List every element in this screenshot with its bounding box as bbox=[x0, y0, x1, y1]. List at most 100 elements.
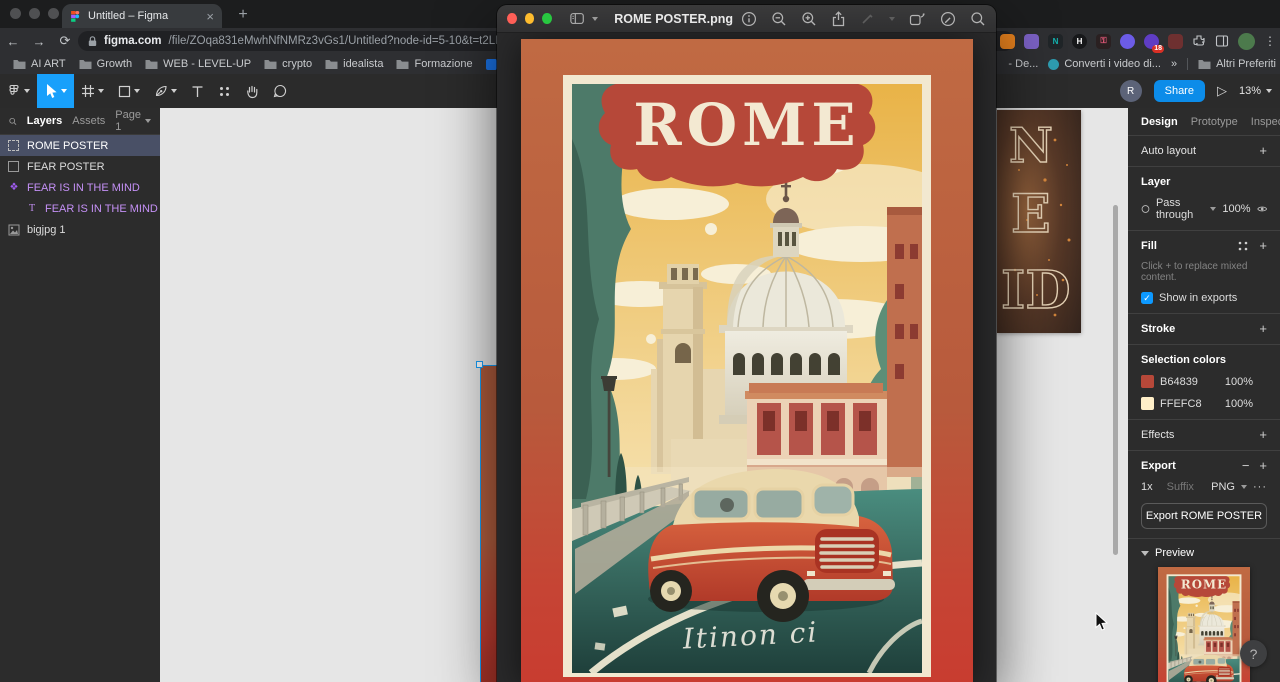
selection-color-row[interactable]: B64839 100% bbox=[1141, 375, 1267, 388]
sidebar-chevron-icon[interactable] bbox=[592, 17, 598, 21]
color-hex[interactable]: FFEFC8 bbox=[1160, 398, 1202, 410]
bookmark-formazione[interactable]: Formazione bbox=[396, 58, 472, 70]
text-tool[interactable] bbox=[184, 74, 211, 108]
browser-tab[interactable]: Untitled – Figma × bbox=[62, 4, 222, 28]
zoom-out-icon[interactable] bbox=[771, 11, 787, 27]
profile-avatar[interactable] bbox=[1238, 33, 1255, 50]
styles-icon[interactable] bbox=[1237, 240, 1249, 252]
blend-mode-value[interactable]: Pass through bbox=[1156, 197, 1204, 221]
visibility-eye-icon[interactable] bbox=[1257, 204, 1267, 214]
show-in-exports-checkbox[interactable]: ✓ bbox=[1141, 292, 1153, 304]
rotate-icon[interactable] bbox=[909, 11, 926, 26]
blend-mode-icon[interactable] bbox=[1141, 203, 1150, 215]
help-button[interactable]: ? bbox=[1240, 640, 1267, 667]
rome-poster-canvas-object-selected[interactable] bbox=[480, 365, 497, 682]
color-swatch[interactable] bbox=[1141, 375, 1154, 388]
layer-row-rome-poster[interactable]: ROME POSTER bbox=[0, 135, 160, 156]
pen-tool[interactable] bbox=[147, 74, 184, 108]
export-format[interactable]: PNG bbox=[1211, 481, 1235, 493]
zoom-in-icon[interactable] bbox=[801, 11, 817, 27]
add-stroke-button[interactable]: + bbox=[1259, 324, 1267, 334]
tab-inspect[interactable]: Inspect bbox=[1251, 116, 1280, 128]
figma-main-menu[interactable] bbox=[0, 74, 37, 108]
color-opacity[interactable]: 100% bbox=[1225, 376, 1253, 388]
add-auto-layout-button[interactable]: + bbox=[1259, 146, 1267, 156]
bookmark-ai-art[interactable]: AI ART bbox=[13, 58, 66, 70]
extensions-puzzle-icon[interactable] bbox=[1192, 34, 1206, 48]
bookmarks-overflow-icon[interactable]: » bbox=[1171, 58, 1177, 70]
frame-tool[interactable] bbox=[74, 74, 111, 108]
layer-row-fear-component[interactable]: ❖ FEAR IS IN THE MIND bbox=[0, 177, 160, 198]
bookmark-de[interactable]: - De... bbox=[1008, 58, 1038, 70]
info-icon[interactable] bbox=[741, 11, 757, 27]
sidebar-toggle-icon[interactable] bbox=[570, 12, 584, 25]
export-rome-poster-button[interactable]: Export ROME POSTER bbox=[1141, 503, 1267, 529]
export-scale[interactable]: 1x bbox=[1141, 481, 1153, 493]
ext-key-icon[interactable]: ⚿ bbox=[1096, 34, 1111, 49]
present-icon[interactable]: ▷ bbox=[1217, 83, 1227, 99]
add-export-button[interactable]: + bbox=[1259, 461, 1267, 471]
ext-maroon-icon[interactable] bbox=[1168, 34, 1183, 49]
tab-prototype[interactable]: Prototype bbox=[1191, 116, 1238, 128]
move-tool[interactable] bbox=[37, 74, 74, 108]
add-fill-button[interactable]: + bbox=[1259, 241, 1267, 251]
bookmark-altri-preferiti[interactable]: Altri Preferiti bbox=[1198, 58, 1276, 70]
shape-tool[interactable] bbox=[111, 74, 147, 108]
export-more-icon[interactable]: ··· bbox=[1253, 481, 1267, 493]
tab-assets[interactable]: Assets bbox=[72, 115, 105, 127]
fear-poster-canvas-object[interactable]: N E ID bbox=[997, 110, 1081, 333]
color-hex[interactable]: B64839 bbox=[1160, 376, 1198, 388]
add-effect-button[interactable]: + bbox=[1259, 430, 1267, 440]
zoom-window-button[interactable] bbox=[542, 13, 552, 24]
resources-tool[interactable] bbox=[211, 74, 238, 108]
hand-tool[interactable] bbox=[238, 74, 266, 108]
annotate-icon[interactable] bbox=[940, 11, 956, 27]
reload-icon[interactable]: ⟳ bbox=[52, 33, 78, 49]
layer-row-fear-poster[interactable]: FEAR POSTER bbox=[0, 156, 160, 177]
user-avatar[interactable]: R bbox=[1120, 80, 1142, 102]
layer-row-fear-text[interactable]: T FEAR IS IN THE MIND bbox=[0, 198, 160, 219]
bookmark-growth[interactable]: Growth bbox=[79, 58, 132, 70]
layer-row-bigjpg[interactable]: bigjpg 1 bbox=[0, 219, 160, 240]
ext-h-icon[interactable]: H bbox=[1072, 34, 1087, 49]
tab-layers[interactable]: Layers bbox=[27, 115, 62, 127]
layer-opacity[interactable]: 100% bbox=[1222, 203, 1250, 215]
quicklook-titlebar[interactable]: ROME POSTER.png bbox=[497, 5, 996, 33]
close-window-button[interactable] bbox=[507, 13, 517, 24]
canvas-scrollbar[interactable] bbox=[1113, 205, 1118, 555]
quicklook-window[interactable]: ROME POSTER.png bbox=[497, 5, 996, 682]
ext-purple-icon[interactable] bbox=[1024, 34, 1039, 49]
new-tab-button[interactable]: + bbox=[232, 4, 254, 26]
share-button[interactable]: Share bbox=[1154, 80, 1205, 102]
bookmark-converti[interactable]: Converti i video di... bbox=[1048, 58, 1161, 70]
markup-pen-icon[interactable] bbox=[860, 11, 875, 26]
selection-handle[interactable] bbox=[476, 361, 483, 368]
bookmark-crypto[interactable]: crypto bbox=[264, 58, 312, 70]
comment-tool[interactable] bbox=[266, 74, 294, 108]
search-icon[interactable] bbox=[9, 116, 17, 127]
markup-chevron-icon[interactable] bbox=[889, 17, 895, 21]
tab-close-icon[interactable]: × bbox=[206, 10, 214, 23]
ext-n-icon[interactable]: N bbox=[1048, 34, 1063, 49]
bookmark-idealista[interactable]: idealista bbox=[325, 58, 383, 70]
ext-circle-icon[interactable] bbox=[1120, 34, 1135, 49]
selection-color-row[interactable]: FFEFC8 100% bbox=[1141, 397, 1267, 410]
color-opacity[interactable]: 100% bbox=[1225, 398, 1253, 410]
minimize-window-button[interactable] bbox=[525, 13, 535, 24]
search-icon[interactable] bbox=[970, 11, 986, 27]
color-swatch[interactable] bbox=[1141, 397, 1154, 410]
browser-menu-icon[interactable]: ⋮ bbox=[1264, 34, 1276, 48]
export-suffix-input[interactable]: Suffix bbox=[1167, 481, 1194, 493]
share-icon[interactable] bbox=[831, 11, 846, 27]
back-icon[interactable]: ← bbox=[0, 34, 26, 49]
tab-design[interactable]: Design bbox=[1141, 116, 1178, 128]
split-view-icon[interactable] bbox=[1215, 34, 1229, 48]
page-selector[interactable]: Page 1 bbox=[115, 109, 151, 133]
zoom-control[interactable]: 13% bbox=[1239, 85, 1272, 97]
forward-icon[interactable]: → bbox=[26, 34, 52, 49]
preview-section-header[interactable]: Preview bbox=[1128, 539, 1280, 563]
bookmark-web-level-up[interactable]: WEB - LEVEL-UP bbox=[145, 58, 251, 70]
ext-metamask-icon[interactable] bbox=[1000, 34, 1015, 49]
browser-window-controls[interactable] bbox=[10, 8, 59, 19]
ext-badge-icon[interactable]: 18 bbox=[1144, 34, 1159, 49]
